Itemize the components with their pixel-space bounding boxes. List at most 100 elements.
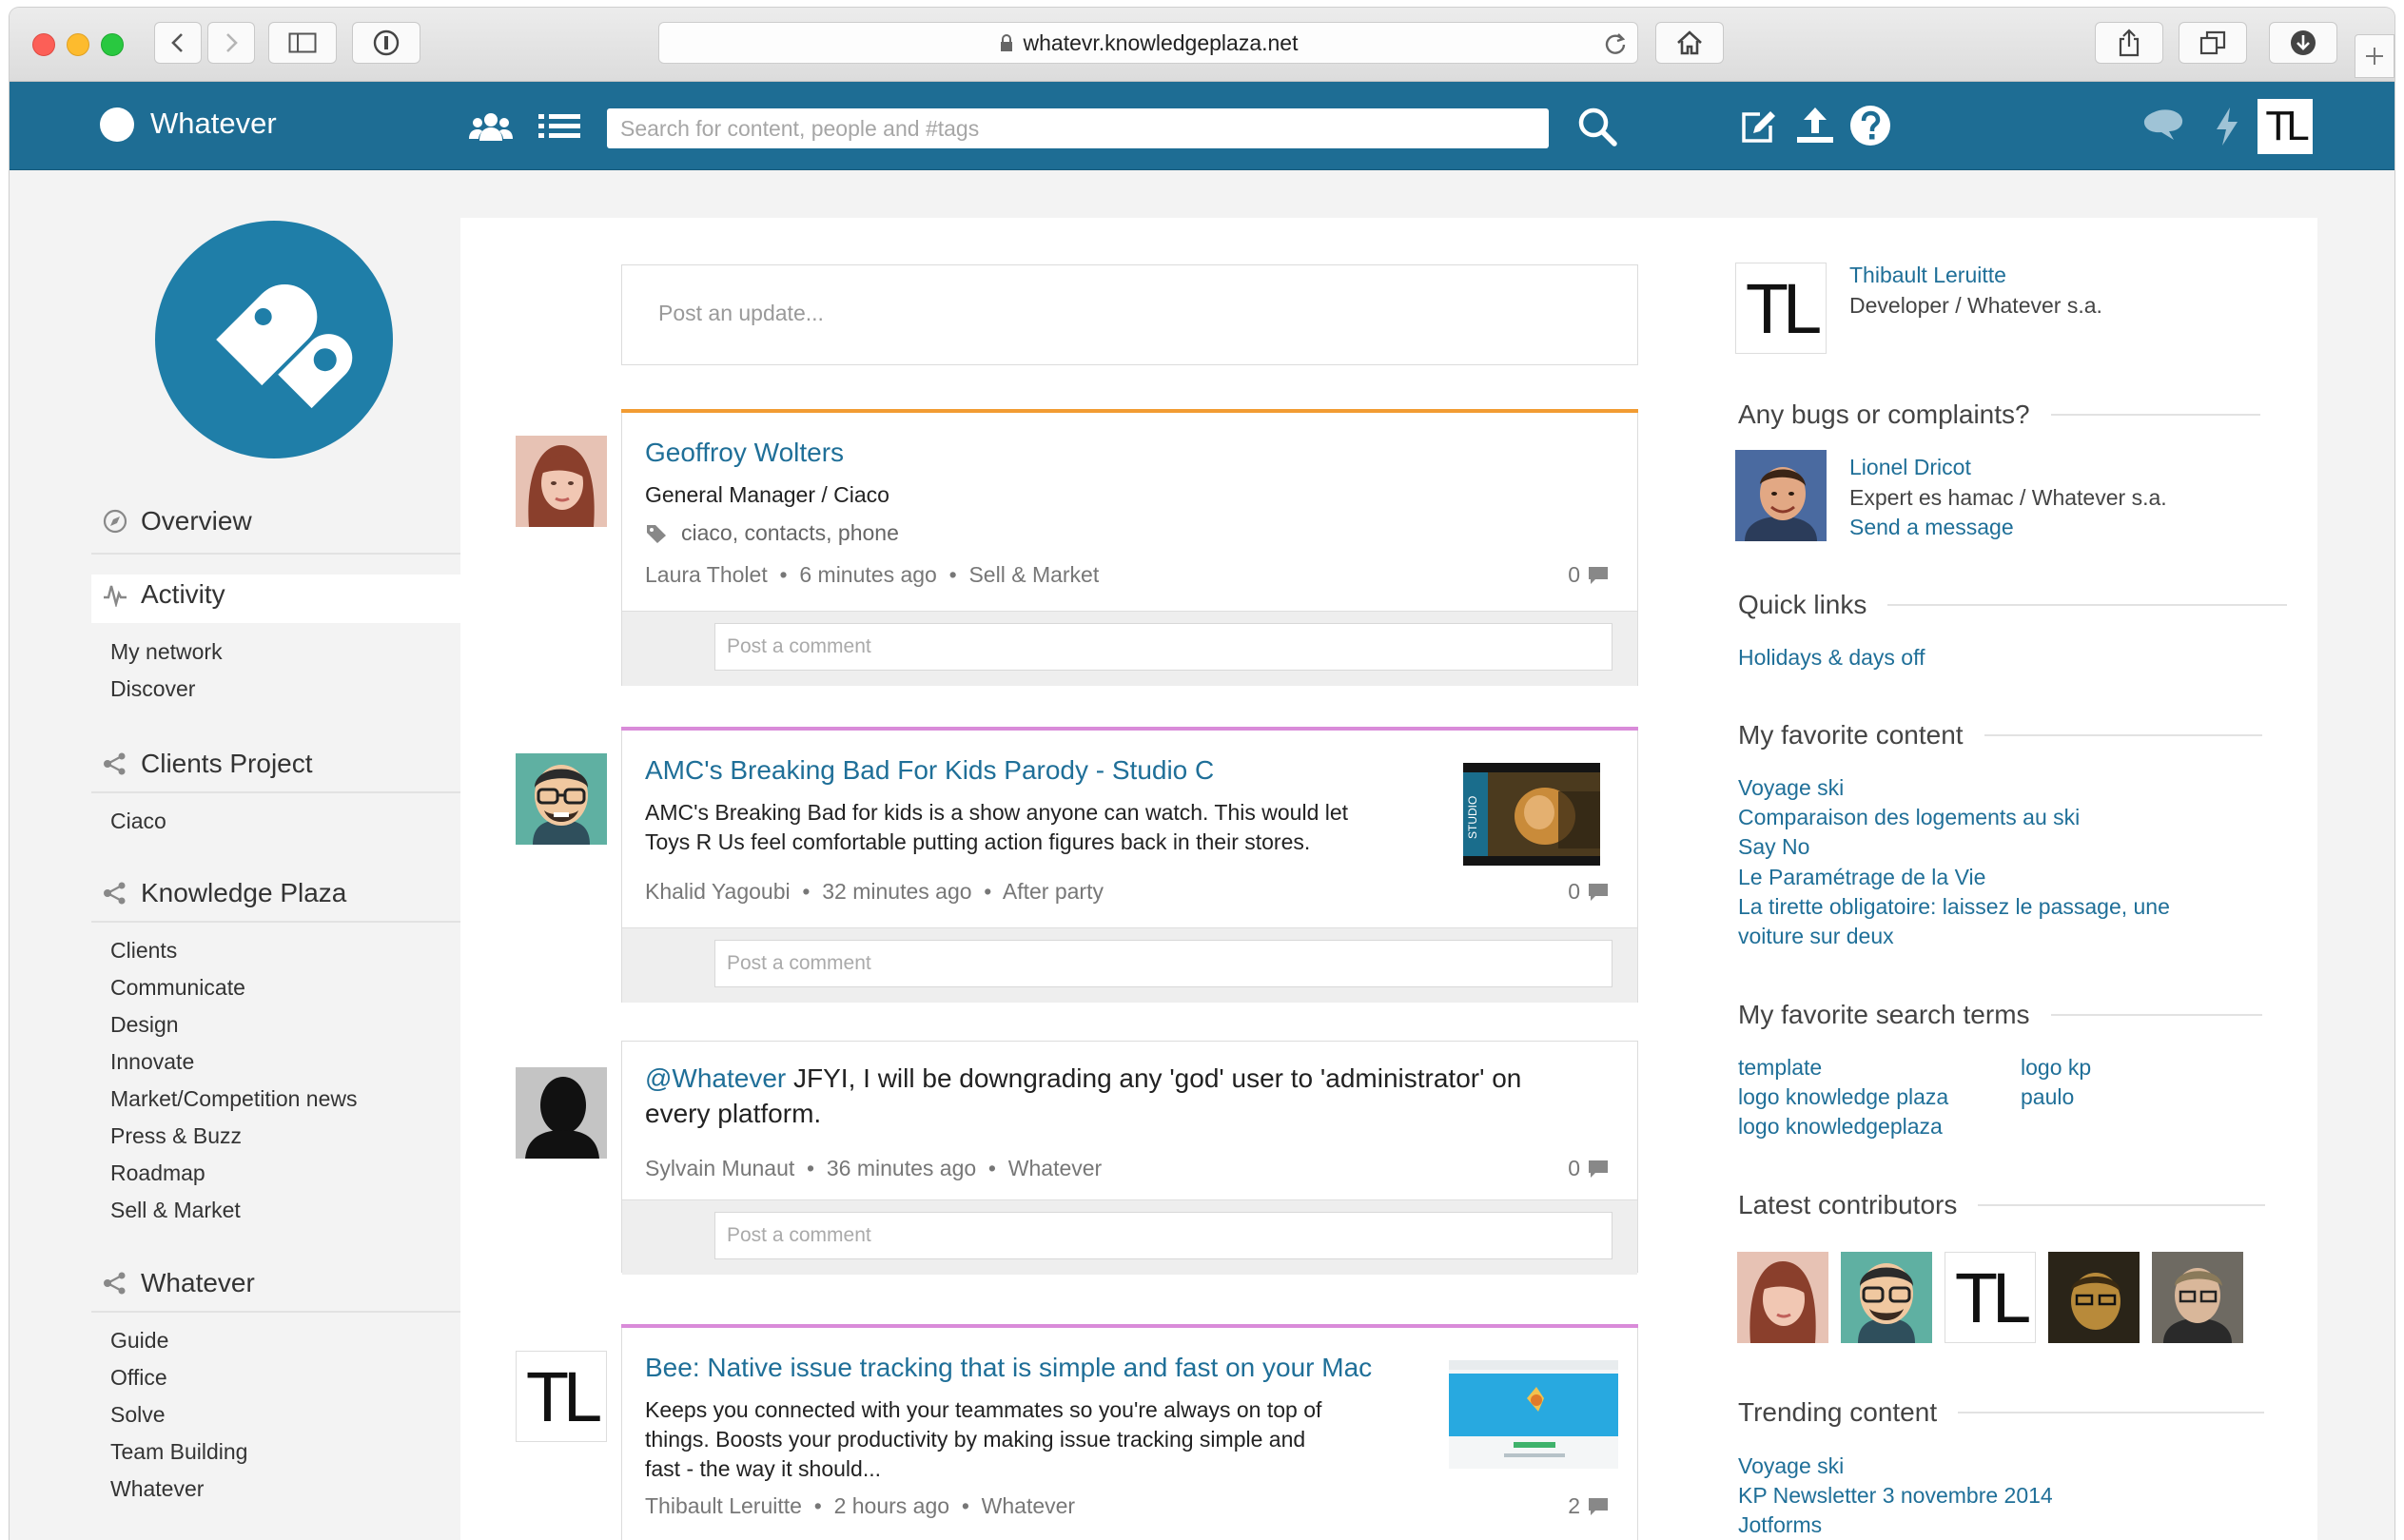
nav-whatever[interactable]: Whatever <box>103 1268 255 1298</box>
nav-item-market-competition[interactable]: Market/Competition news <box>110 1086 358 1112</box>
address-bar[interactable]: whatevr.knowledgeplaza.net <box>658 22 1638 64</box>
nav-item-office[interactable]: Office <box>110 1365 167 1391</box>
nav-overview[interactable]: Overview <box>103 506 252 536</box>
trending-link[interactable]: Voyage ski <box>1738 1453 1844 1479</box>
post-update-input[interactable]: Post an update... <box>621 264 1638 365</box>
nav-item-design[interactable]: Design <box>110 1012 179 1038</box>
sidebar-toggle-button[interactable] <box>268 22 337 64</box>
post-avatar[interactable] <box>516 753 607 845</box>
profile-name-link[interactable]: Thibault Leruitte <box>1849 263 2006 288</box>
comment-count[interactable]: 2 <box>1568 1493 1609 1519</box>
nav-item-communicate[interactable]: Communicate <box>110 975 245 1001</box>
favorite-content-link[interactable]: Le Paramétrage de la Vie <box>1738 865 1985 890</box>
contributor-avatar[interactable] <box>2048 1252 2140 1343</box>
compose-icon[interactable] <box>1739 107 1779 146</box>
back-button[interactable] <box>154 22 202 64</box>
search-term-link[interactable]: logo knowledgeplaza <box>1738 1114 1943 1140</box>
lightning-icon[interactable] <box>2215 107 2239 146</box>
post-thumbnail[interactable]: STUDIO <box>1463 763 1600 866</box>
list-icon[interactable] <box>538 112 580 141</box>
comment-count[interactable]: 0 <box>1568 562 1609 588</box>
close-window-button[interactable] <box>32 33 55 56</box>
nav-clients-project[interactable]: Clients Project <box>103 749 313 779</box>
post-author[interactable]: Laura Tholet <box>645 562 768 587</box>
trending-link[interactable]: Jotforms <box>1738 1512 1822 1538</box>
post-author[interactable]: Khalid Yagoubi <box>645 879 791 904</box>
zoom-window-button[interactable] <box>101 33 124 56</box>
nav-item-press-buzz[interactable]: Press & Buzz <box>110 1123 242 1149</box>
post-author[interactable]: Thibault Leruitte <box>645 1493 802 1518</box>
upload-icon[interactable] <box>1794 105 1836 146</box>
favorite-content-link[interactable]: La tirette obligatoire: laissez le passa… <box>1738 894 2170 920</box>
trending-link[interactable]: KP Newsletter 3 novembre 2014 <box>1738 1483 2053 1509</box>
nav-item-guide[interactable]: Guide <box>110 1328 168 1354</box>
favorite-content-link[interactable]: voiture sur deux <box>1738 924 1894 949</box>
post-mention-link[interactable]: @Whatever <box>645 1063 786 1093</box>
help-icon[interactable] <box>1849 105 1891 146</box>
new-tab-button[interactable] <box>2355 34 2394 78</box>
comment-count[interactable]: 0 <box>1568 1156 1609 1181</box>
post-title-link[interactable]: Bee: Native issue tracking that is simpl… <box>645 1353 1372 1383</box>
comment-input[interactable] <box>714 623 1612 671</box>
comment-input[interactable] <box>714 1212 1612 1259</box>
post-author[interactable]: Sylvain Munaut <box>645 1156 794 1180</box>
nav-item-clients[interactable]: Clients <box>110 938 177 964</box>
nav-item-ciaco[interactable]: Ciaco <box>110 809 166 834</box>
search-input[interactable] <box>607 108 1549 148</box>
nav-item-roadmap[interactable]: Roadmap <box>110 1160 205 1186</box>
chat-icon[interactable] <box>2140 108 2184 143</box>
post-space[interactable]: Whatever <box>982 1493 1075 1518</box>
search-term-link[interactable]: template <box>1738 1055 1822 1081</box>
post-thumbnail[interactable] <box>1449 1360 1618 1469</box>
nav-item-whatever[interactable]: Whatever <box>110 1476 204 1502</box>
profile-avatar[interactable]: TL <box>1735 263 1827 354</box>
search-term-link[interactable]: logo kp <box>2021 1055 2091 1081</box>
contributor-avatar[interactable] <box>1841 1252 1932 1343</box>
minimize-window-button[interactable] <box>67 33 89 56</box>
home-button[interactable] <box>1655 22 1724 64</box>
search-icon[interactable] <box>1577 107 1617 146</box>
nav-item-sell-market[interactable]: Sell & Market <box>110 1198 241 1223</box>
share-button[interactable] <box>2095 22 2163 64</box>
contributor-avatar[interactable] <box>1737 1252 1828 1343</box>
contributor-avatar[interactable]: TL <box>1945 1252 2036 1343</box>
nav-activity[interactable]: Activity <box>103 579 225 610</box>
quick-link[interactable]: Holidays & days off <box>1738 645 1925 671</box>
lock-icon <box>1000 34 1012 51</box>
contact-name-link[interactable]: Lionel Dricot <box>1849 455 1971 480</box>
post-avatar[interactable]: TL <box>516 1351 607 1442</box>
post-space[interactable]: Whatever <box>1008 1156 1102 1180</box>
brand-logo[interactable] <box>100 107 134 142</box>
favorite-content-link[interactable]: Comparaison des logements au ski <box>1738 805 2080 830</box>
post-space[interactable]: After party <box>1003 879 1104 904</box>
send-message-link[interactable]: Send a message <box>1849 515 2014 540</box>
post-avatar[interactable] <box>516 1067 607 1159</box>
tabs-button[interactable] <box>2179 22 2247 64</box>
post-avatar[interactable] <box>516 436 607 527</box>
downloads-button[interactable] <box>2269 22 2337 64</box>
comment-count[interactable]: 0 <box>1568 879 1609 905</box>
search-term-link[interactable]: logo knowledge plaza <box>1738 1084 1948 1110</box>
contact-avatar[interactable] <box>1735 450 1827 541</box>
space-logo[interactable] <box>155 221 393 458</box>
nav-item-team-building[interactable]: Team Building <box>110 1439 247 1465</box>
forward-button[interactable] <box>207 22 255 64</box>
nav-item-my-network[interactable]: My network <box>110 639 223 665</box>
search-term-link[interactable]: paulo <box>2021 1084 2074 1110</box>
favorite-content-link[interactable]: Say No <box>1738 834 1809 860</box>
brand-name[interactable]: Whatever <box>150 107 277 141</box>
nav-item-solve[interactable]: Solve <box>110 1402 166 1428</box>
post-title-link[interactable]: Geoffroy Wolters <box>645 438 844 468</box>
nav-item-discover[interactable]: Discover <box>110 676 195 702</box>
comment-input[interactable] <box>714 940 1612 987</box>
nav-knowledge-plaza[interactable]: Knowledge Plaza <box>103 878 346 908</box>
nav-item-innovate[interactable]: Innovate <box>110 1049 194 1075</box>
user-avatar[interactable]: TL <box>2257 99 2313 154</box>
reader-button[interactable] <box>352 22 420 64</box>
contributor-avatar[interactable] <box>2152 1252 2243 1343</box>
favorite-content-link[interactable]: Voyage ski <box>1738 775 1844 801</box>
reload-icon[interactable] <box>1603 31 1628 56</box>
people-icon[interactable] <box>468 110 514 143</box>
post-space[interactable]: Sell & Market <box>968 562 1099 587</box>
post-title-link[interactable]: AMC's Breaking Bad For Kids Parody - Stu… <box>645 755 1214 786</box>
